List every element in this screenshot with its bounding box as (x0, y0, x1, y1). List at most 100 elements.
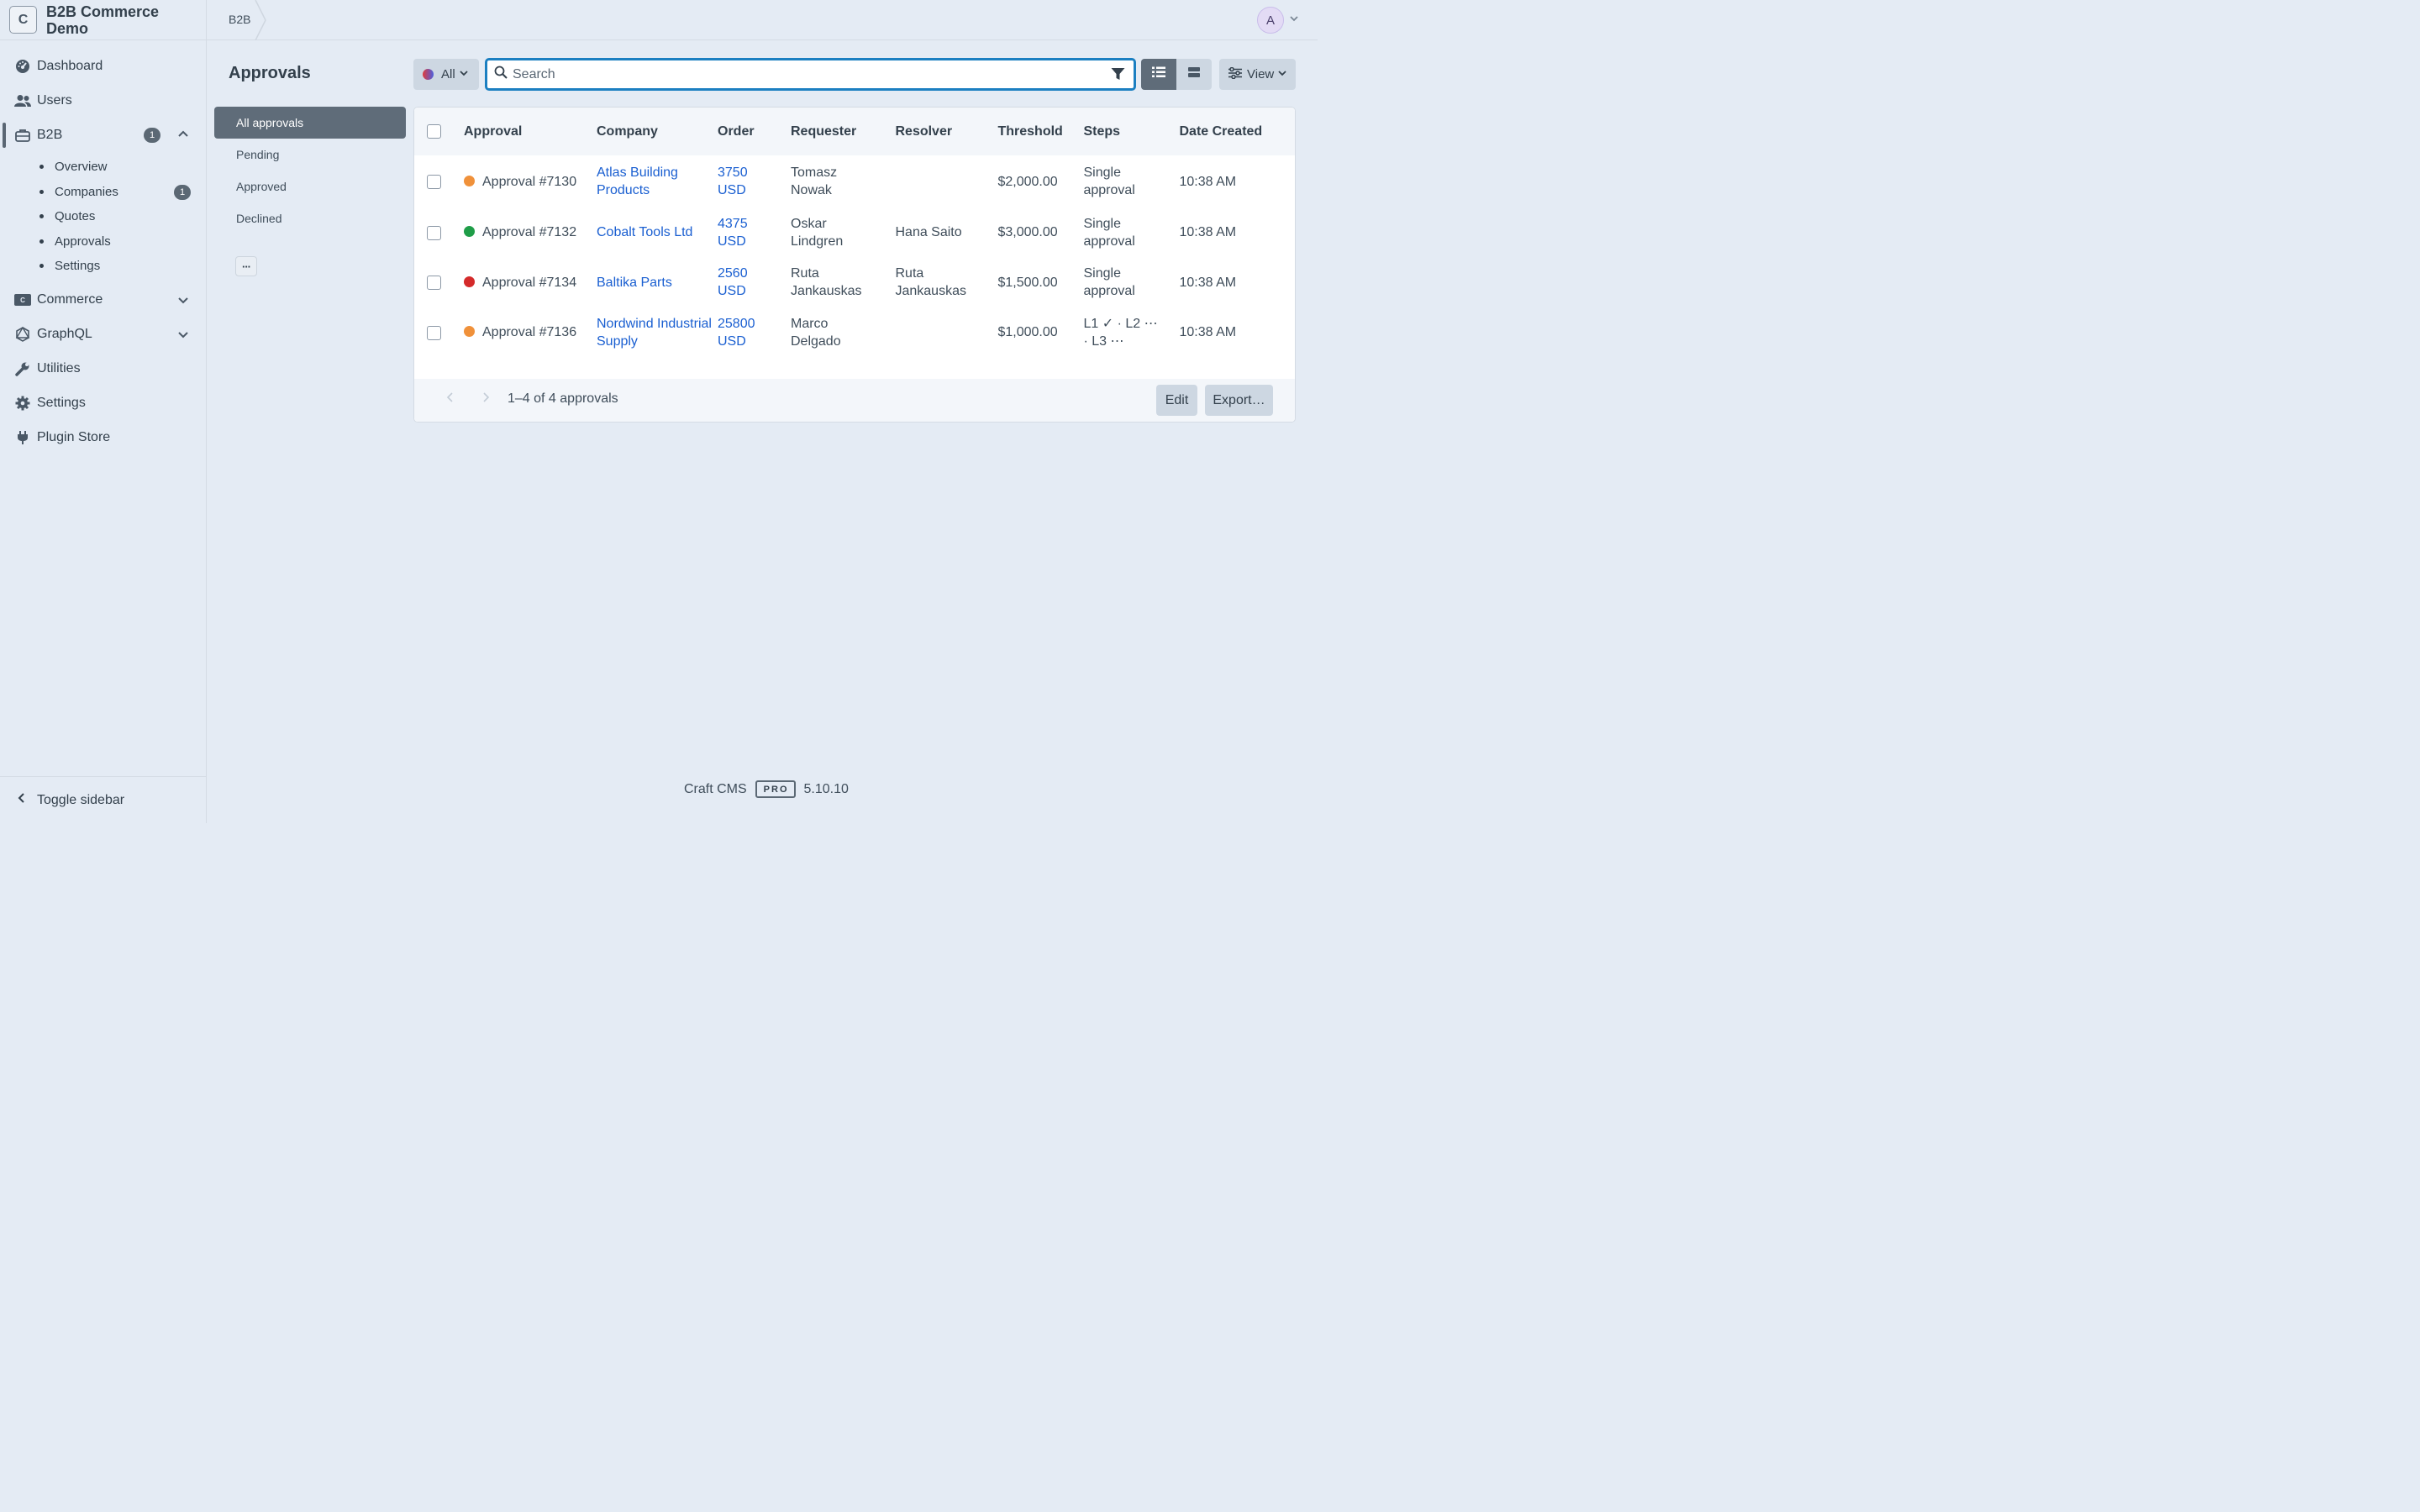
approval-cell: Approval #7136 (464, 307, 597, 358)
subnav-label: Companies (55, 184, 118, 199)
nav-label: Users (37, 92, 72, 108)
nav-item-plugin-store[interactable]: Plugin Store (0, 421, 206, 455)
column-header-requester[interactable]: Requester (791, 108, 895, 155)
breadcrumb-separator (255, 0, 266, 40)
toggle-sidebar-button[interactable]: Toggle sidebar (0, 776, 206, 823)
nav-item-graphql[interactable]: GraphQL (0, 318, 206, 352)
nav-item-b2b[interactable]: B2B 1 (0, 118, 206, 152)
next-page-icon[interactable] (481, 391, 490, 406)
approval-title[interactable]: Approval #7130 (482, 175, 576, 189)
requester-cell: Ruta Jankauskas (791, 266, 862, 299)
order-link[interactable]: 4375 USD (718, 217, 748, 249)
subnav-item-overview[interactable]: Overview (39, 155, 206, 180)
requester-cell: Marco Delgado (791, 316, 841, 349)
gear-icon (14, 395, 31, 412)
subnav-item-companies[interactable]: Companies 1 (39, 180, 206, 205)
nav-label: GraphQL (37, 327, 92, 341)
row-checkbox[interactable] (427, 174, 441, 189)
status-indicator (464, 175, 475, 186)
chevron-down-icon[interactable] (176, 293, 190, 307)
threshold-cell: $1,000.00 (997, 325, 1058, 340)
row-checkbox[interactable] (427, 276, 441, 291)
column-header-threshold[interactable]: Threshold (997, 108, 1083, 155)
export-button[interactable]: Export… (1205, 385, 1273, 416)
table-row[interactable]: Approval #7136 Nordwind Industrial Suppl… (414, 307, 1295, 358)
column-header-date-created[interactable]: Date Created (1179, 108, 1295, 155)
site-logo[interactable]: C (9, 6, 37, 34)
column-header-approval[interactable]: Approval (464, 108, 597, 155)
company-link[interactable]: Atlas Building Products (597, 165, 678, 197)
status-indicator (464, 226, 475, 238)
breadcrumb-b2b[interactable]: B2B (229, 13, 250, 26)
select-all-checkbox[interactable] (427, 123, 441, 139)
approval-title[interactable]: Approval #7134 (482, 276, 576, 290)
edit-button[interactable]: Edit (1156, 385, 1197, 416)
nav-item-users[interactable]: Users (0, 83, 206, 118)
previous-page-icon[interactable] (446, 391, 455, 406)
company-link[interactable]: Cobalt Tools Ltd (597, 225, 692, 239)
svg-text:C: C (20, 297, 25, 304)
steps-cell: Single approval (1083, 216, 1135, 249)
plug-icon (14, 429, 31, 446)
account-menu[interactable]: A (1257, 7, 1299, 34)
row-select-cell (414, 155, 464, 207)
more-actions-button[interactable]: ··· (235, 256, 257, 276)
column-header-company[interactable]: Company (597, 108, 718, 155)
requester-cell: Oskar Lindgren (791, 216, 844, 249)
search-input[interactable] (513, 66, 1134, 82)
view-settings-button[interactable]: View (1219, 59, 1296, 90)
approvals-table-panel: Approval Company Order Requester Resolve… (413, 107, 1296, 423)
nav-item-dashboard[interactable]: Dashboard (0, 49, 206, 83)
thumbnail-view-button[interactable] (1176, 59, 1212, 90)
nav-item-commerce[interactable]: C Commerce (0, 283, 206, 318)
b2b-badge: 1 (144, 128, 160, 143)
gauge-icon (14, 58, 31, 75)
row-select-cell (414, 207, 464, 258)
order-cell: 2560 USD (718, 258, 791, 308)
source-all-approvals[interactable]: All approvals (214, 107, 406, 139)
filter-icon[interactable] (1111, 67, 1125, 85)
table-view-button[interactable] (1141, 59, 1176, 90)
app-name: Craft CMS (684, 781, 747, 796)
column-header-order[interactable]: Order (718, 108, 791, 155)
table-row[interactable]: Approval #7134 Baltika Parts 2560 USD Ru… (414, 258, 1295, 308)
nav-item-utilities[interactable]: Utilities (0, 352, 206, 386)
threshold-cell: $2,000.00 (997, 174, 1058, 189)
order-link[interactable]: 25800 USD (718, 317, 755, 349)
nav-item-settings[interactable]: Settings (0, 386, 206, 421)
approval-title[interactable]: Approval #7136 (482, 325, 576, 339)
table-row[interactable]: Approval #7130 Atlas Building Products 3… (414, 155, 1295, 207)
order-link[interactable]: 2560 USD (718, 266, 748, 298)
approval-title[interactable]: Approval #7132 (482, 225, 576, 239)
column-header-steps[interactable]: Steps (1083, 108, 1179, 155)
order-link[interactable]: 3750 USD (718, 165, 748, 197)
subnav-item-quotes[interactable]: Quotes (39, 204, 206, 229)
nav-label: B2B (37, 127, 63, 142)
source-approved[interactable]: Approved (214, 171, 406, 202)
approval-cell: Approval #7134 (464, 258, 597, 308)
company-link[interactable]: Baltika Parts (597, 276, 672, 290)
company-cell: Nordwind Industrial Supply (597, 307, 718, 358)
steps-cell: L1 ✓ · L2 ⋯ · L3 ⋯ (1083, 316, 1158, 349)
subnav-item-approvals[interactable]: Approvals (39, 229, 206, 255)
row-checkbox[interactable] (427, 325, 441, 340)
date-created-cell: 10:38 AM (1179, 225, 1237, 240)
toggle-sidebar-label: Toggle sidebar (37, 792, 125, 807)
company-link[interactable]: Nordwind Industrial Supply (597, 317, 712, 349)
table-row[interactable]: Approval #7132 Cobalt Tools Ltd 4375 USD… (414, 207, 1295, 258)
nav-label: Utilities (37, 361, 81, 375)
source-pending[interactable]: Pending (214, 139, 406, 171)
date-created-cell: 10:38 AM (1179, 325, 1237, 340)
chevron-down-icon[interactable] (176, 328, 190, 341)
source-declined[interactable]: Declined (214, 202, 406, 234)
resolver-cell (895, 307, 997, 358)
site-name[interactable]: B2B Commerce Demo (46, 3, 181, 37)
site-header: C B2B Commerce Demo (0, 0, 206, 40)
column-header-resolver[interactable]: Resolver (895, 108, 997, 155)
chevron-up-icon[interactable] (176, 128, 190, 141)
status-filter-button[interactable]: All (413, 59, 479, 90)
avatar[interactable]: A (1257, 7, 1284, 34)
company-cell: Atlas Building Products (597, 155, 718, 207)
row-checkbox[interactable] (427, 225, 441, 240)
subnav-item-settings[interactable]: Settings (39, 254, 206, 279)
